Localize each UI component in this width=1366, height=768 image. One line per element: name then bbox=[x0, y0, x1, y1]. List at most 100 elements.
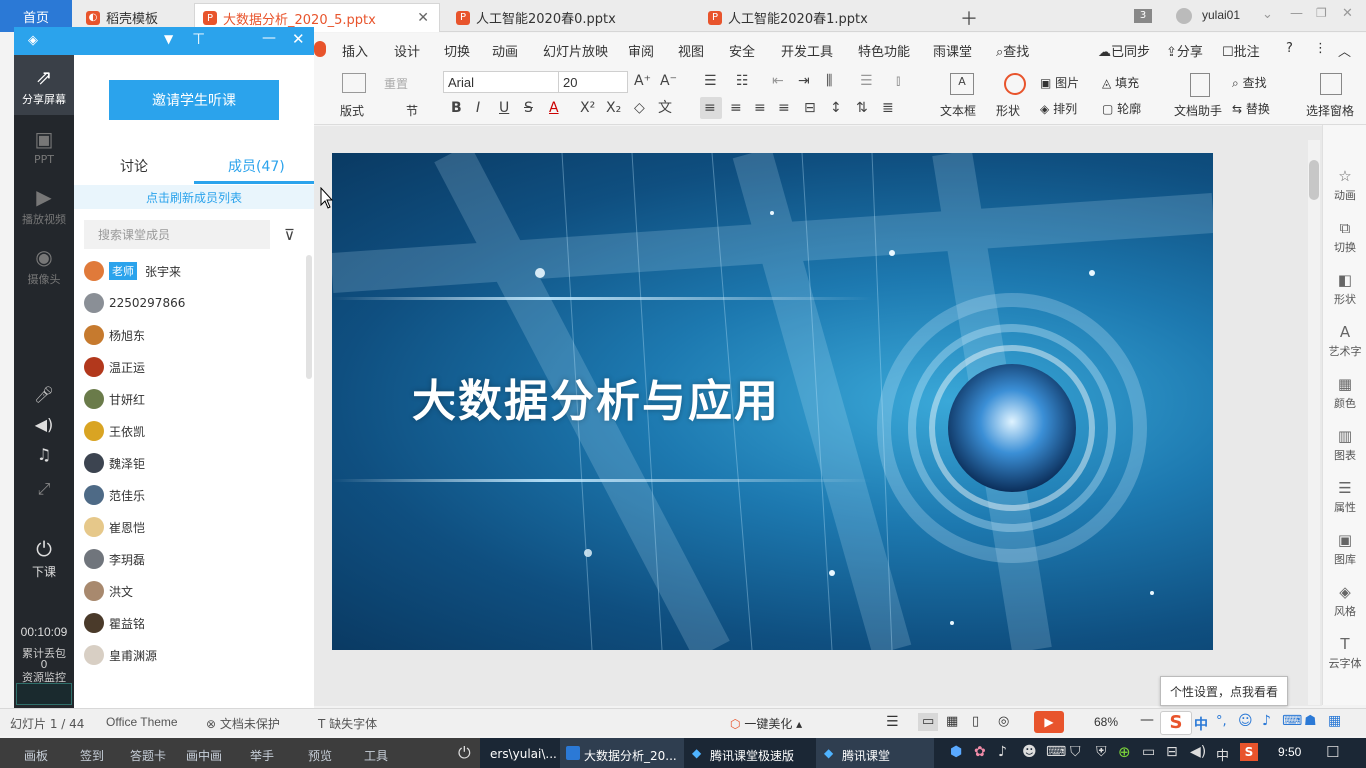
share-screen-button[interactable]: ⇗ 分享屏幕 bbox=[14, 65, 74, 107]
tab-doc-ai0[interactable]: P 人工智能2020春0.pptx bbox=[448, 3, 694, 32]
menu-transition[interactable]: 切换 bbox=[444, 41, 470, 60]
list-item[interactable]: 皇甫渊源 bbox=[84, 645, 157, 665]
list-item[interactable]: 王依凯 bbox=[84, 421, 145, 441]
pane-animation[interactable]: ☆ 动画 bbox=[1323, 167, 1366, 203]
superscript-icon[interactable]: X² bbox=[580, 100, 595, 116]
list-item[interactable]: 洪文 bbox=[84, 581, 133, 601]
emoji-icon[interactable]: ☺ bbox=[1238, 713, 1253, 729]
theme-name[interactable]: Office Theme bbox=[106, 715, 178, 729]
toolbar-preview[interactable]: 预览 bbox=[308, 747, 332, 764]
menu-design[interactable]: 设计 bbox=[394, 41, 420, 60]
outline-button[interactable]: ▢ 轮廓 bbox=[1102, 100, 1141, 117]
pane-transition[interactable]: ⧉ 切换 bbox=[1323, 219, 1366, 255]
refresh-members-link[interactable]: 点击刷新成员列表 bbox=[74, 185, 314, 209]
paragraph-spacing-icon[interactable]: ⇅ bbox=[856, 100, 868, 116]
list-item[interactable]: 瞿益铭 bbox=[84, 613, 145, 633]
help-icon[interactable]: ? bbox=[1286, 41, 1293, 56]
pane-shape[interactable]: ◧ 形状 bbox=[1323, 271, 1366, 307]
justify-icon[interactable]: ≡ bbox=[778, 100, 790, 116]
sogou-ime-icon[interactable]: S bbox=[1160, 711, 1192, 735]
align-center-icon[interactable]: ≡ bbox=[730, 100, 742, 116]
find-button[interactable]: ⌕ 查找 bbox=[1232, 74, 1267, 91]
play-slideshow-button[interactable]: ▶ bbox=[1034, 711, 1064, 733]
layout-button[interactable]: 版式 bbox=[340, 102, 364, 119]
menu-developer[interactable]: 开发工具 bbox=[781, 41, 833, 60]
tray-volume-icon[interactable]: ◀) bbox=[1190, 744, 1206, 760]
increase-indent-icon[interactable]: ⇥ bbox=[798, 73, 810, 89]
align-right-icon[interactable]: ≡ bbox=[754, 100, 766, 116]
pane-properties[interactable]: ☰ 属性 bbox=[1323, 479, 1366, 515]
zoom-level[interactable]: 68% bbox=[1094, 715, 1118, 729]
reading-view-icon[interactable]: ▯ bbox=[972, 714, 979, 729]
zoom-out-icon[interactable]: — bbox=[1140, 712, 1154, 728]
numbering-icon[interactable]: ☷ bbox=[736, 73, 749, 89]
close-window-icon[interactable]: ✕ bbox=[1342, 6, 1353, 21]
toolbar-sign-in[interactable]: 签到 bbox=[80, 747, 104, 764]
play-video-button[interactable]: ▶ 播放视频 bbox=[14, 185, 74, 227]
align-text-icon[interactable]: ⫾ bbox=[896, 73, 900, 89]
classroom-header[interactable]: ◈ ▼ ⊤ — ✕ bbox=[14, 27, 314, 55]
more-icon[interactable]: ⋮ bbox=[1314, 41, 1327, 56]
list-item[interactable]: 老师 张宇来 bbox=[84, 261, 181, 281]
list-item[interactable]: 2250297866 bbox=[84, 293, 185, 313]
tab-doc-ai1[interactable]: P 人工智能2020春1.pptx bbox=[700, 3, 946, 32]
tray-mic-icon[interactable]: ♪ bbox=[998, 744, 1007, 760]
line-spacing-icon[interactable]: ↕ bbox=[830, 100, 842, 116]
slide-canvas[interactable]: 大数据分析与应用 bbox=[332, 153, 1213, 650]
minimize-panel-icon[interactable]: — bbox=[262, 30, 276, 46]
pane-wordart[interactable]: A 艺术字 bbox=[1323, 323, 1366, 359]
scrollbar-thumb[interactable] bbox=[1309, 160, 1319, 200]
paragraph-icon[interactable]: ≣ bbox=[882, 100, 894, 116]
font-size-select[interactable]: 20 bbox=[558, 71, 628, 93]
toolbar-tools[interactable]: 工具 bbox=[364, 747, 388, 764]
minimize-icon[interactable]: — bbox=[1290, 6, 1303, 21]
menu-insert[interactable]: 插入 bbox=[342, 41, 368, 60]
tray-sogou-icon[interactable]: S bbox=[1240, 743, 1258, 761]
music-button[interactable]: ♫ bbox=[14, 445, 74, 466]
member-search-input[interactable]: 搜索课堂成员 bbox=[84, 220, 270, 249]
tray-security-icon[interactable]: ⛨ bbox=[1096, 744, 1107, 760]
annotate-button[interactable]: ☐批注 bbox=[1222, 41, 1260, 60]
doc-helper-button[interactable]: 文档助手 bbox=[1174, 102, 1222, 119]
eraser-icon[interactable]: ◇ bbox=[634, 100, 645, 116]
mic-button[interactable]: 🎤︎ bbox=[14, 385, 74, 406]
columns-icon[interactable]: ⫼ bbox=[826, 73, 832, 89]
font-family-select[interactable]: Arial bbox=[443, 71, 559, 93]
tray-keyboard-icon[interactable]: ⌨ bbox=[1046, 744, 1066, 760]
tray-shield-icon[interactable]: ⛉ bbox=[1070, 744, 1081, 760]
tray-network-icon[interactable]: ⊟ bbox=[1166, 744, 1178, 760]
ime-lang[interactable]: 中 bbox=[1194, 714, 1208, 734]
pin-icon[interactable]: ⊤ bbox=[192, 30, 205, 48]
fill-button[interactable]: ◬ 填充 bbox=[1102, 74, 1139, 91]
pane-gallery[interactable]: ▣ 图库 bbox=[1323, 531, 1366, 567]
beautify-button[interactable]: ⬡ 一键美化 ▴ bbox=[730, 715, 802, 732]
user-avatar[interactable] bbox=[1176, 8, 1192, 24]
keyboard-icon[interactable]: ⌨ bbox=[1282, 713, 1302, 729]
camera-button[interactable]: ◉ 摄像头 bbox=[14, 245, 74, 287]
sorter-view-icon[interactable]: ▦ bbox=[946, 714, 958, 729]
bold-icon[interactable]: B bbox=[451, 100, 462, 116]
restore-icon[interactable]: ❐ bbox=[1316, 6, 1327, 20]
tray-battery-icon[interactable]: ▭ bbox=[1142, 744, 1155, 760]
dropdown-icon[interactable]: ▼ bbox=[164, 32, 173, 46]
clock[interactable]: 9:50 bbox=[1278, 745, 1301, 759]
toolbar-whiteboard[interactable]: 画板 bbox=[24, 747, 48, 764]
list-item[interactable]: 温正运 bbox=[84, 357, 145, 377]
presenter-view-icon[interactable]: ◎ bbox=[998, 714, 1009, 729]
close-panel-icon[interactable]: ✕ bbox=[292, 30, 305, 48]
list-item[interactable]: 崔恩恺 bbox=[84, 517, 145, 537]
mic-icon[interactable]: ♪ bbox=[1262, 713, 1271, 729]
reset-button[interactable]: 重置 bbox=[384, 75, 408, 92]
member-list-scrollbar[interactable] bbox=[306, 255, 312, 379]
pane-color[interactable]: ▦ 颜色 bbox=[1323, 375, 1366, 411]
bullets-icon[interactable]: ☰ bbox=[704, 73, 717, 89]
ppt-button[interactable]: ▣ PPT bbox=[14, 127, 74, 166]
list-item[interactable]: 魏泽钜 bbox=[84, 453, 145, 473]
synced-button[interactable]: ☁已同步 bbox=[1098, 41, 1150, 60]
tab-members[interactable]: 成员(47) bbox=[228, 156, 285, 176]
list-item[interactable]: 杨旭东 bbox=[84, 325, 145, 345]
notification-icon[interactable]: ☐ bbox=[1326, 743, 1339, 761]
italic-icon[interactable]: I bbox=[476, 100, 480, 116]
menu-view[interactable]: 视图 bbox=[678, 41, 704, 60]
textbox-button[interactable]: 文本框 bbox=[940, 102, 976, 119]
